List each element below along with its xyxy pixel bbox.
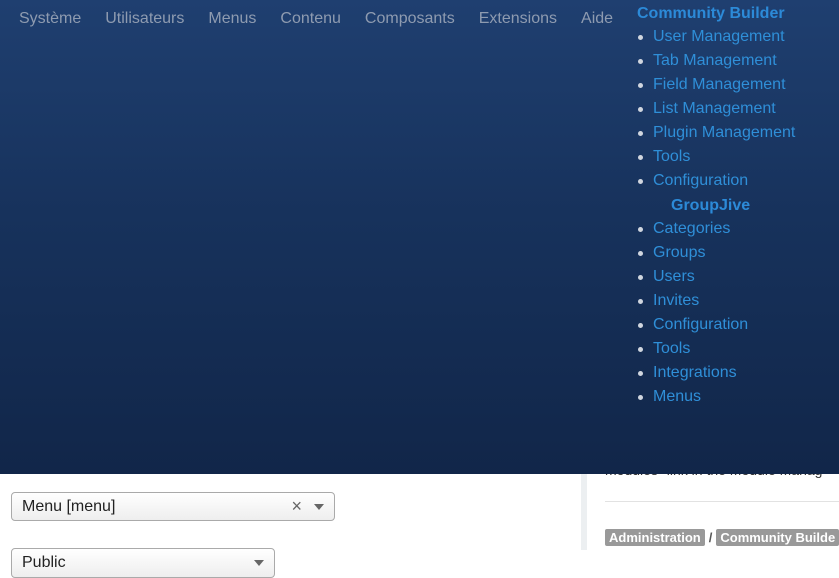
nav-item-systeme[interactable]: Système	[7, 0, 93, 38]
menu-item-users[interactable]: Users	[637, 265, 795, 289]
menu-item-label: Categories	[653, 220, 731, 237]
menu-item-label: User Management	[653, 28, 785, 45]
menu-item-categories[interactable]: Categories	[637, 217, 795, 241]
bullet-icon	[638, 371, 643, 376]
menu-item-label: Configuration	[653, 316, 749, 333]
components-dropdown: Community Builder User Management Tab Ma…	[637, 3, 795, 409]
groupjive-menu: Categories Groups Users Invites Configur…	[637, 217, 795, 409]
breadcrumb-community-builder[interactable]: Community Builde	[716, 529, 839, 546]
bullet-icon	[638, 131, 643, 136]
bullet-icon	[638, 155, 643, 160]
menu-overlay: Système Utilisateurs Menus Contenu Compo…	[0, 0, 839, 474]
menu-item-groups[interactable]: Groups	[637, 241, 795, 265]
menu-item-user-management[interactable]: User Management	[637, 25, 795, 49]
clear-icon[interactable]: ×	[291, 496, 302, 517]
breadcrumb: Administration / Community Builde	[605, 529, 839, 546]
bullet-icon	[638, 35, 643, 40]
bullet-icon	[638, 107, 643, 112]
top-navigation: Système Utilisateurs Menus Contenu Compo…	[7, 0, 625, 38]
menu-item-label: Groups	[653, 244, 706, 261]
menu-item-label: Plugin Management	[653, 124, 796, 141]
nav-item-composants[interactable]: Composants	[353, 0, 467, 38]
menu-item-label: Tools	[653, 148, 691, 165]
bullet-icon	[638, 83, 643, 88]
menu-item-plugin-management[interactable]: Plugin Management	[637, 121, 795, 145]
bullet-icon	[638, 347, 643, 352]
menu-item-list-management[interactable]: List Management	[637, 97, 795, 121]
menu-select-value: Menu [menu]	[22, 497, 116, 515]
menu-item-tab-management[interactable]: Tab Management	[637, 49, 795, 73]
bullet-icon	[638, 179, 643, 184]
menu-item-label: Configuration	[653, 172, 749, 189]
column-divider	[581, 470, 587, 550]
bullet-icon	[638, 59, 643, 64]
divider	[605, 501, 839, 502]
access-select-value: Public	[22, 554, 66, 571]
menu-item-menus[interactable]: Menus	[637, 385, 795, 409]
groupjive-heading[interactable]: GroupJive	[671, 195, 795, 217]
chevron-down-icon[interactable]	[314, 503, 324, 510]
nav-item-aide[interactable]: Aide	[569, 0, 625, 38]
menu-item-label: List Management	[653, 100, 776, 117]
bullet-icon	[638, 251, 643, 256]
nav-item-contenu[interactable]: Contenu	[268, 0, 353, 38]
menu-item-invites[interactable]: Invites	[637, 289, 795, 313]
access-select[interactable]: Public	[11, 548, 275, 578]
menu-item-cb-tools[interactable]: Tools	[637, 145, 795, 169]
menu-item-gj-configuration[interactable]: Configuration	[637, 313, 795, 337]
nav-item-extensions[interactable]: Extensions	[467, 0, 569, 38]
menu-item-cb-configuration[interactable]: Configuration	[637, 169, 795, 193]
nav-item-utilisateurs[interactable]: Utilisateurs	[93, 0, 196, 38]
menu-item-label: Invites	[653, 292, 700, 309]
bullet-icon	[638, 395, 643, 400]
chevron-down-icon[interactable]	[254, 560, 264, 566]
menu-select[interactable]: Menu [menu] ×	[11, 492, 335, 521]
community-builder-menu: User Management Tab Management Field Man…	[637, 25, 795, 193]
breadcrumb-administration[interactable]: Administration	[605, 529, 705, 546]
menu-item-gj-tools[interactable]: Tools	[637, 337, 795, 361]
menu-item-integrations[interactable]: Integrations	[637, 361, 795, 385]
menu-item-label: Menus	[653, 388, 702, 405]
menu-item-label: Integrations	[653, 364, 737, 381]
menu-item-field-management[interactable]: Field Management	[637, 73, 795, 97]
menu-item-label: Field Management	[653, 76, 786, 93]
community-builder-heading[interactable]: Community Builder	[637, 3, 795, 25]
bullet-icon	[638, 299, 643, 304]
bullet-icon	[638, 323, 643, 328]
menu-item-label: Tools	[653, 340, 691, 357]
bullet-icon	[638, 275, 643, 280]
menu-item-label: Users	[653, 268, 695, 285]
bullet-icon	[638, 227, 643, 232]
breadcrumb-separator: /	[708, 530, 713, 545]
nav-item-menus[interactable]: Menus	[196, 0, 268, 38]
menu-item-label: Tab Management	[653, 52, 777, 69]
